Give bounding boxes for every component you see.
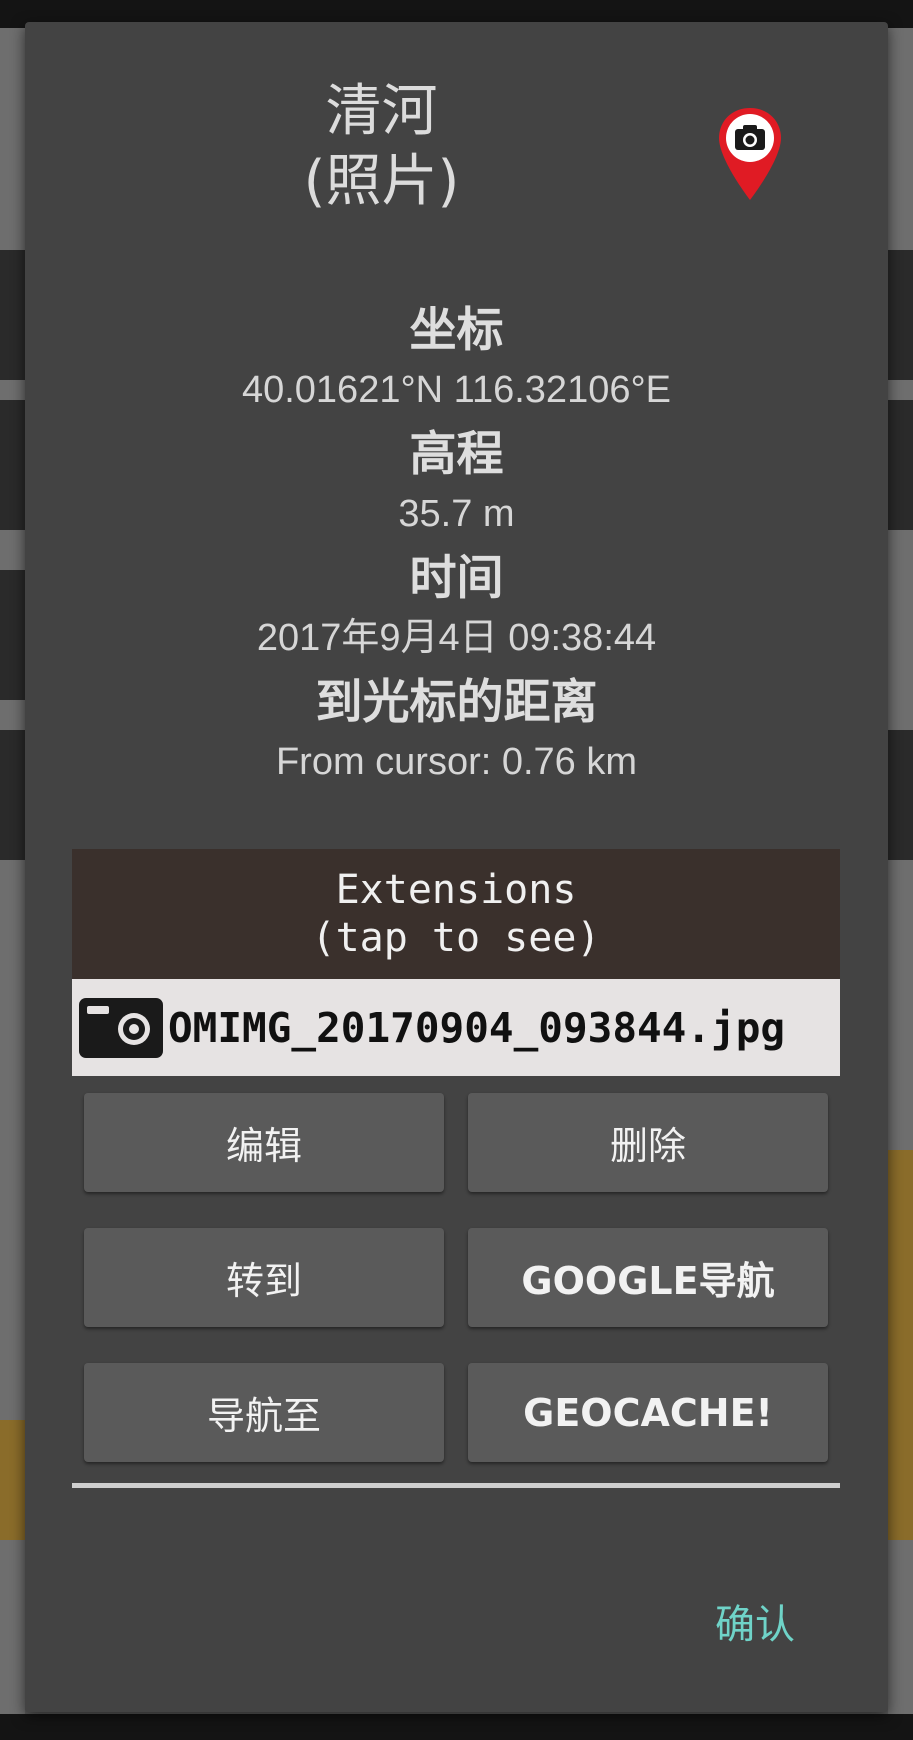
extensions-hint: (tap to see) xyxy=(311,915,601,961)
camera-icon xyxy=(79,997,163,1058)
elevation-label: 高程 xyxy=(409,427,504,482)
extensions-toggle[interactable]: Extensions (tap to see) xyxy=(72,849,840,979)
point-details: 坐标 40.01621°N 116.32106°E 高程 35.7 m 时间 2… xyxy=(25,300,888,796)
map-gps-button xyxy=(888,250,913,380)
dialog-title: 清河 (照片) xyxy=(25,77,738,217)
coordinates-label: 坐标 xyxy=(409,303,504,358)
point-info-dialog: 清河 (照片) 坐标 40.01621°N 116.32106°E 高程 35.… xyxy=(25,22,888,1712)
extensions-label: Extensions xyxy=(335,867,577,913)
edit-button[interactable]: 编辑 xyxy=(84,1093,444,1192)
map-zoom-in-button xyxy=(0,250,25,380)
time-label: 时间 xyxy=(409,551,504,606)
coordinates-value: 40.01621°N 116.32106°E xyxy=(241,369,672,411)
point-name: 清河 xyxy=(325,79,438,144)
point-type: (照片) xyxy=(303,149,460,214)
map-layer-button xyxy=(0,730,25,860)
photo-attachment[interactable]: OMIMG_20170904_093844.jpg xyxy=(72,979,840,1076)
distance-label: 到光标的距离 xyxy=(315,675,598,730)
delete-button[interactable]: 删除 xyxy=(468,1093,828,1192)
map-zoom-out-button xyxy=(0,400,25,530)
map-track-button xyxy=(888,400,913,530)
map-road xyxy=(0,1420,25,1540)
camera-pin-icon xyxy=(719,108,781,200)
attachment-filename: OMIMG_20170904_093844.jpg xyxy=(168,1003,786,1052)
goto-button[interactable]: 转到 xyxy=(84,1228,444,1327)
confirm-button[interactable]: 确认 xyxy=(715,1600,795,1650)
map-road xyxy=(888,1150,913,1540)
map-scale-button xyxy=(0,570,25,700)
map-pin-button xyxy=(888,730,913,860)
elevation-value: 35.7 m xyxy=(398,493,515,535)
distance-value: From cursor: 0.76 km xyxy=(275,741,638,783)
geocache-button[interactable]: GEOCACHE! xyxy=(468,1363,828,1462)
map-bottom-bar xyxy=(0,1714,913,1740)
navigate-to-button[interactable]: 导航至 xyxy=(84,1363,444,1462)
dialog-divider xyxy=(72,1483,840,1488)
time-value: 2017年9月4日 09:38:44 xyxy=(256,617,657,659)
google-navigation-button[interactable]: GOOGLE导航 xyxy=(468,1228,828,1327)
